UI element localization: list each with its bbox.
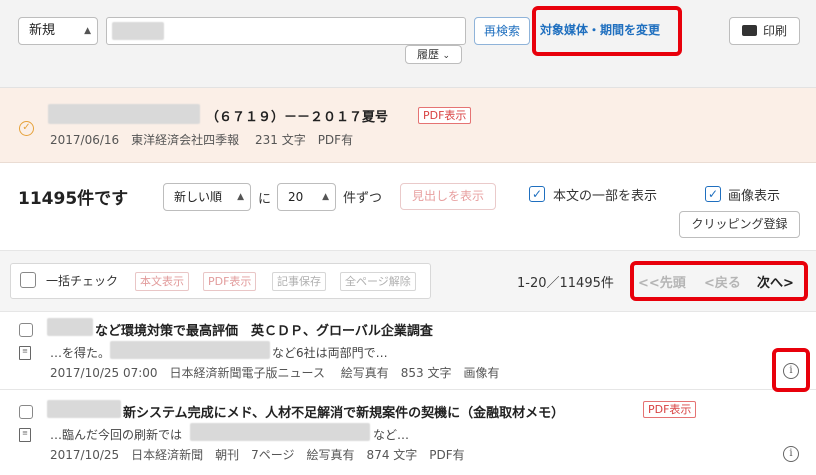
sort-select[interactable]: 新しい順 ▲ (163, 183, 251, 211)
article-snippet-start: …を得た。 (50, 346, 111, 360)
updown-arrow-icon: ▲ (84, 26, 91, 36)
current-article-title[interactable]: （６７１９）－－２０１７夏号 (206, 106, 388, 125)
sort-value: 新しい順 (174, 190, 223, 204)
search-mode-value: 新規 (29, 23, 56, 38)
bulk-clear-button[interactable]: 全ページ解除 (340, 272, 416, 291)
search-mode-select[interactable]: 新規 ▲ (18, 17, 98, 45)
per-page-select[interactable]: 20 ▲ (277, 183, 336, 211)
prev-page-link[interactable]: <戻る (704, 272, 741, 291)
print-label: 印刷 (762, 24, 787, 38)
redacted-company (47, 400, 121, 418)
bulk-pdf-button[interactable]: PDF表示 (203, 272, 257, 291)
document-icon: ≡ (19, 346, 31, 360)
article-snippet-end: など6社は両部門で… (272, 346, 388, 360)
info-icon[interactable]: i (783, 363, 799, 379)
article-meta: 2017/10/25 日本経済新聞 朝刊 7ページ 絵写真有 874 文字 PD… (50, 448, 465, 462)
chevron-down-icon: ⌄ (442, 51, 451, 61)
print-button[interactable]: 印刷 (729, 17, 800, 45)
change-scope-link[interactable]: 対象媒体・期間を変更 (540, 21, 660, 38)
current-article-meta: 2017/06/16 東洋経済会社四季報 231 文字 PDF有 (50, 133, 354, 147)
selected-article-panel (0, 88, 816, 163)
document-icon: ≡ (19, 428, 31, 442)
check-circle-icon: ✓ (19, 121, 34, 136)
redacted-snippet (190, 423, 370, 441)
redacted-company (48, 104, 200, 124)
clipping-register-button[interactable]: クリッピング登録 (679, 211, 800, 238)
sort-connector: に (258, 192, 272, 207)
per-page-suffix: 件ずつ (343, 191, 383, 206)
check-all-checkbox[interactable] (20, 272, 36, 288)
article-meta: 2017/10/25 07:00 日本経済新聞電子版ニュース 絵写真有 853 … (50, 366, 500, 380)
redacted-query (112, 22, 164, 40)
bulk-body-button[interactable]: 本文表示 (135, 272, 189, 291)
info-icon[interactable]: i (783, 446, 799, 462)
printer-icon (741, 25, 757, 36)
show-images-label: 画像表示 (728, 189, 781, 204)
article-snippet-end: など… (373, 428, 410, 442)
article-checkbox[interactable] (19, 405, 33, 419)
updown-arrow-icon: ▲ (322, 192, 329, 202)
updown-arrow-icon: ▲ (237, 192, 244, 202)
page-range: 1-20／11495件 (517, 276, 614, 291)
partial-body-checkbox[interactable]: ✓ (529, 186, 545, 202)
show-images-checkbox[interactable]: ✓ (705, 186, 721, 202)
per-page-value: 20 (288, 190, 304, 204)
check-all-label: 一括チェック (46, 274, 119, 288)
redacted-company (47, 318, 93, 336)
history-label: 履歴 (416, 48, 439, 61)
redacted-snippet (110, 341, 270, 359)
partial-body-label: 本文の一部を表示 (553, 189, 658, 204)
history-button[interactable]: 履歴 ⌄ (405, 45, 462, 64)
current-article-pdf-badge[interactable]: PDF表示 (418, 107, 472, 124)
article-checkbox[interactable] (19, 323, 33, 337)
article-title[interactable]: など環境対策で最高評価 英ＣＤＰ、グローバル企業調査 (95, 320, 433, 339)
result-count: 11495件です (18, 189, 129, 209)
research-button[interactable]: 再検索 (474, 17, 530, 45)
show-headlines-button[interactable]: 見出しを表示 (400, 183, 496, 210)
next-page-link[interactable]: 次へ> (757, 272, 794, 291)
article-title[interactable]: 新システム完成にメド、人材不足解消で新規案件の契機に（金融取材メモ） (123, 402, 564, 421)
article-snippet-start: …臨んだ今回の刷新では (50, 428, 183, 442)
first-page-link[interactable]: <<先頭 (638, 272, 686, 291)
bulk-save-button[interactable]: 記事保存 (272, 272, 326, 291)
article-pdf-badge[interactable]: PDF表示 (643, 401, 697, 418)
